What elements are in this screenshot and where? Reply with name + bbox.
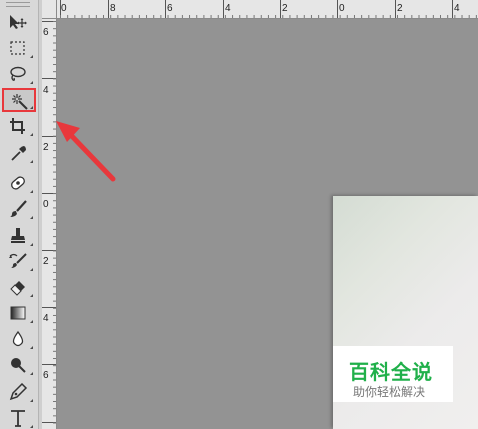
history-brush-tool[interactable] xyxy=(4,250,34,272)
clone-stamp-tool[interactable] xyxy=(4,225,34,247)
rectangular-marquee-icon xyxy=(10,41,25,55)
tool-group-indicator xyxy=(30,243,33,246)
watermark-subtitle: 助你轻松解决 xyxy=(353,385,426,399)
brush-tool[interactable] xyxy=(4,198,34,220)
crop-tool[interactable] xyxy=(4,115,34,137)
lasso-tool[interactable] xyxy=(4,63,34,85)
tool-group-indicator xyxy=(30,55,33,58)
ruler-ticks xyxy=(60,0,477,18)
horizontal-ruler[interactable]: 0 8 6 4 2 0 2 4 xyxy=(57,0,478,19)
vertical-ruler[interactable]: 6 4 2 0 2 4 6 xyxy=(42,19,57,429)
magic-wand-tool[interactable] xyxy=(2,88,36,112)
move-tool[interactable] xyxy=(4,11,34,33)
clone-stamp-icon xyxy=(11,228,25,243)
pen-tool[interactable] xyxy=(4,381,34,403)
watermark-title: 百科全说 xyxy=(349,360,433,384)
dodge-icon xyxy=(11,358,26,373)
gradient-icon xyxy=(10,306,26,320)
tool-group-indicator xyxy=(30,160,33,163)
tool-group-indicator xyxy=(30,294,33,297)
ruler-label: 6 xyxy=(43,370,49,381)
tool-group-indicator xyxy=(30,320,33,323)
gradient-tool[interactable] xyxy=(4,302,34,324)
ruler-label: 0 xyxy=(43,199,49,210)
blur-tool[interactable] xyxy=(4,328,34,350)
crop-icon xyxy=(10,118,25,134)
blur-icon xyxy=(12,330,24,347)
healing-brush-tool[interactable] xyxy=(4,172,34,194)
history-brush-icon xyxy=(9,253,27,268)
tool-group-indicator xyxy=(30,372,33,375)
tool-group-indicator xyxy=(30,346,33,349)
ruler-label: 4 xyxy=(43,313,49,324)
tool-group-indicator xyxy=(30,399,33,402)
lasso-icon xyxy=(10,66,26,81)
ruler-label: 2 xyxy=(43,142,49,153)
type-tool[interactable] xyxy=(4,407,34,429)
panel-grip[interactable] xyxy=(6,2,30,7)
ruler-label: 6 xyxy=(43,27,49,38)
ruler-ticks xyxy=(42,21,56,424)
marquee-tool[interactable] xyxy=(4,37,34,59)
ruler-label: 4 xyxy=(454,3,460,14)
ruler-label: 2 xyxy=(282,3,288,14)
tool-group-indicator xyxy=(30,425,33,428)
pen-icon xyxy=(9,383,28,401)
type-icon xyxy=(11,410,25,427)
ruler-label: 2 xyxy=(397,3,403,14)
eraser-icon xyxy=(10,281,25,296)
eyedropper-icon xyxy=(11,146,26,161)
healing-brush-icon xyxy=(11,176,25,190)
ruler-label: 8 xyxy=(110,3,116,14)
tool-group-indicator xyxy=(30,190,33,193)
watermark: 百科全说 助你轻松解决 xyxy=(333,346,453,402)
tool-group-indicator xyxy=(30,81,33,84)
ruler-label: 0 xyxy=(61,3,67,14)
magic-wand-icon xyxy=(12,94,28,110)
tool-group-indicator xyxy=(30,268,33,271)
ruler-label: 2 xyxy=(43,256,49,267)
ruler-label: 4 xyxy=(43,85,49,96)
ruler-label: 4 xyxy=(225,3,231,14)
tool-group-indicator xyxy=(30,106,33,109)
tool-group-indicator xyxy=(30,133,33,136)
eraser-tool[interactable] xyxy=(4,276,34,298)
ruler-label: 6 xyxy=(167,3,173,14)
tools-panel xyxy=(0,0,39,429)
tool-group-indicator xyxy=(30,216,33,219)
ruler-origin[interactable] xyxy=(42,0,57,19)
dodge-tool[interactable] xyxy=(4,354,34,376)
brush-icon xyxy=(10,200,27,217)
move-icon xyxy=(10,15,27,29)
eyedropper-tool[interactable] xyxy=(4,142,34,164)
ruler-label: 0 xyxy=(339,3,345,14)
